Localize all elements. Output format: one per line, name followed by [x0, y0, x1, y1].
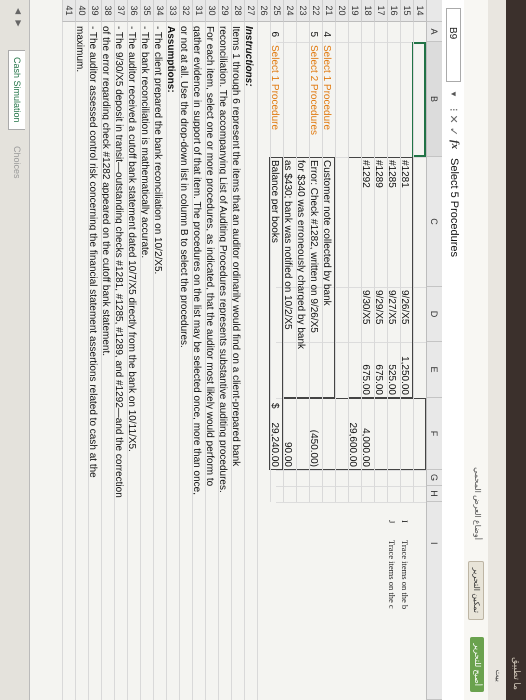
row-header-35[interactable]: 35 [140, 0, 153, 22]
row-header-16[interactable]: 16 [387, 0, 400, 22]
protected-view-bar: أصبح للتحرير تمكين التحرير أوضاع العرض ا… [463, 0, 488, 700]
gridline [276, 470, 426, 471]
row-header-24[interactable]: 24 [283, 0, 296, 22]
row-letter-j: J [387, 520, 397, 524]
gridline [335, 22, 336, 502]
editing-button[interactable]: تمكين التحرير [468, 560, 484, 620]
gridline [361, 22, 362, 502]
row-header-21[interactable]: 21 [322, 0, 335, 22]
gridline [218, 22, 219, 700]
column-header-f[interactable]: F [426, 398, 442, 470]
gridline [114, 22, 115, 700]
row-header-37[interactable]: 37 [114, 0, 127, 22]
gridline [205, 22, 206, 700]
row-header-29[interactable]: 29 [218, 0, 231, 22]
row-header-15[interactable]: 15 [400, 0, 413, 22]
row-header-31[interactable]: 31 [192, 0, 205, 22]
column-header-g[interactable]: G [426, 470, 442, 486]
gridline [413, 22, 414, 502]
column-header-h[interactable]: H [426, 486, 442, 502]
tab-choices[interactable]: Choices [7, 140, 25, 185]
row-header-14[interactable]: 14 [413, 0, 426, 22]
gridline [192, 22, 193, 700]
gridline [276, 502, 426, 503]
row-header-32[interactable]: 32 [179, 0, 192, 22]
row-header-20[interactable]: 20 [335, 0, 348, 22]
row-header-27[interactable]: 27 [244, 0, 257, 22]
name-box[interactable]: B9 [446, 8, 461, 82]
column-header-d[interactable]: D [426, 287, 442, 342]
gridline [166, 22, 167, 700]
row-header-22[interactable]: 22 [309, 0, 322, 22]
gridline [62, 22, 63, 700]
gridline [276, 486, 426, 487]
tab-cash-simulation[interactable]: Cash Simulation [8, 50, 25, 130]
row-header-39[interactable]: 39 [88, 0, 101, 22]
row-header-19[interactable]: 19 [348, 0, 361, 22]
gridline [231, 22, 232, 700]
excel-window: ما تطبيق ✕ بيت أصبح للتحرير تمكين التحري… [0, 0, 526, 700]
row-header-28[interactable]: 28 [231, 0, 244, 22]
gridline [348, 22, 349, 502]
column-header-c[interactable]: C [426, 157, 442, 287]
formula-bar: B9 ▼ ⁝ ✕ ✓ fx Select 5 Procedures [441, 0, 464, 700]
selected-cell[interactable] [412, 42, 426, 157]
gridline [257, 22, 258, 700]
gridline [400, 22, 401, 502]
gridline [296, 22, 297, 502]
row-header-41[interactable]: 41 [62, 0, 75, 22]
message-bar-text: بيت [494, 669, 503, 683]
row-header-34[interactable]: 34 [153, 0, 166, 22]
row-header-25[interactable]: 25 [270, 0, 283, 22]
gridline [244, 22, 245, 700]
column-header-e[interactable]: E [426, 342, 442, 398]
row-header-26[interactable]: 26 [257, 0, 270, 22]
row-header-30[interactable]: 30 [205, 0, 218, 22]
trace-note-1: Trace items on the b [400, 540, 410, 610]
gridline [140, 22, 141, 700]
gridline [101, 22, 102, 700]
row-header-36[interactable]: 36 [127, 0, 140, 22]
row-header-33[interactable]: 33 [166, 0, 179, 22]
gridline [88, 22, 89, 700]
protected-view-text: أوضاع العرض المحمي [473, 467, 482, 540]
gridline [322, 22, 323, 502]
gridline [374, 22, 375, 502]
formula-content[interactable]: Select 5 Procedures [448, 158, 460, 257]
column-header-i[interactable]: I [426, 502, 442, 700]
trace-note-2: Trace items on the c [387, 540, 397, 609]
gridline [387, 22, 388, 502]
gridline [270, 22, 271, 502]
row-header-40[interactable]: 40 [75, 0, 88, 22]
row-header-38[interactable]: 38 [101, 0, 114, 22]
chevron-down-icon[interactable]: ▼ [449, 90, 458, 98]
column-header-a[interactable]: A [426, 22, 442, 42]
gridline [127, 22, 128, 700]
row-header-23[interactable]: 23 [296, 0, 309, 22]
window-top-text: ما تطبيق [512, 657, 522, 690]
photo-stage: ما تطبيق ✕ بيت أصبح للتحرير تمكين التحري… [0, 0, 526, 700]
row-header-17[interactable]: 17 [374, 0, 387, 22]
tab-nav-arrows-icon[interactable]: ◀ ▶ [14, 8, 23, 29]
select-all-corner[interactable] [426, 0, 442, 22]
gridline [309, 22, 310, 502]
sheet-tab-bar: ◀ ▶ Cash Simulation Choices [0, 0, 30, 700]
fx-icon[interactable]: fx [449, 140, 461, 149]
gridline [179, 22, 180, 700]
enable-editing-pill[interactable]: أصبح للتحرير [470, 637, 484, 692]
gridline [283, 22, 284, 502]
gridline [276, 42, 426, 43]
window-top-strip: ما تطبيق [506, 0, 526, 700]
column-header-b[interactable]: B [426, 42, 442, 157]
gridline [75, 22, 76, 700]
formula-bar-icons[interactable]: ⁝ ✕ ✓ [447, 108, 460, 136]
gridline [153, 22, 154, 700]
row-letter-i: I [400, 520, 410, 523]
row-header-18[interactable]: 18 [361, 0, 374, 22]
message-bar: بيت [487, 0, 506, 700]
